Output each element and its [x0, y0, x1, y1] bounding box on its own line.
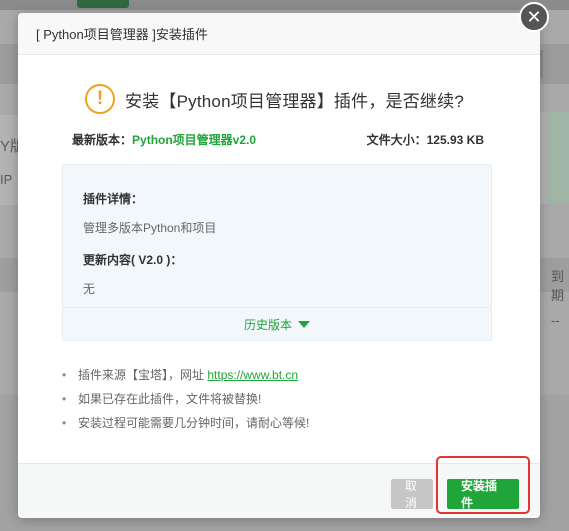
source-url-link[interactable]: https://www.bt.cn	[207, 368, 298, 382]
warning-icon: !	[85, 84, 115, 114]
install-plugin-dialog: [ Python项目管理器 ]安装插件 ! 安装【Python项目管理器】插件，…	[18, 13, 540, 518]
file-size-label: 文件大小：	[366, 133, 427, 147]
install-button-highlight	[436, 456, 530, 514]
plugin-details-text: 管理多版本Python和项目	[83, 221, 217, 235]
note-source: 插件来源【宝塔】，网址 https://www.bt.cn	[62, 363, 309, 387]
background-left-text-b: IP	[0, 172, 13, 187]
install-notes-list: 插件来源【宝塔】，网址 https://www.bt.cn 如果已存在此插件，文…	[62, 363, 309, 435]
note-source-text: 插件来源【宝塔】，网址	[78, 368, 205, 382]
file-size-value: 125.93 KB	[426, 133, 484, 147]
background-table-header-label: 到期	[551, 269, 565, 303]
latest-version-label: 最新版本：	[72, 133, 133, 147]
note-replace-text: 如果已存在此插件，文件将被替换!	[78, 392, 262, 406]
latest-version: 最新版本：Python项目管理器v2.0	[72, 131, 256, 148]
plugin-details-panel: 插件详情： 管理多版本Python和项目 更新内容( V2.0 )： 无 历史版…	[62, 164, 492, 341]
confirm-message: 安装【Python项目管理器】插件，是否继续?	[125, 91, 464, 111]
file-size: 文件大小：125.93 KB	[367, 131, 484, 148]
background-table-cell: --	[551, 313, 560, 328]
note-wait-text: 安装过程可能需要几分钟时间，请耐心等候!	[78, 416, 310, 430]
update-content-label: 更新内容( V2.0 )：	[83, 253, 183, 267]
close-icon[interactable]: ✕	[519, 2, 549, 32]
cancel-button[interactable]: 取消	[391, 479, 433, 510]
note-wait: 安装过程可能需要几分钟时间，请耐心等候!	[62, 411, 309, 435]
caret-down-icon	[298, 321, 310, 328]
confirm-message-row: ! 安装【Python项目管理器】插件，是否继续?	[85, 84, 464, 114]
background-green-button	[77, 0, 129, 8]
update-content-text: 无	[83, 282, 96, 296]
history-versions-label: 历史版本	[243, 318, 292, 332]
background-left-panel	[0, 115, 18, 205]
plugin-meta-row: 最新版本：Python项目管理器v2.0 文件大小：125.93 KB	[72, 131, 484, 148]
note-replace: 如果已存在此插件，文件将被替换!	[62, 387, 309, 411]
dialog-header: [ Python项目管理器 ]安装插件	[18, 13, 540, 55]
history-versions-toggle[interactable]: 历史版本	[63, 307, 491, 341]
dialog-title: [ Python项目管理器 ]安装插件	[36, 27, 208, 42]
background-green-bar	[547, 112, 569, 204]
plugin-details-label: 插件详情：	[83, 192, 144, 206]
latest-version-value: Python项目管理器v2.0	[132, 133, 257, 147]
